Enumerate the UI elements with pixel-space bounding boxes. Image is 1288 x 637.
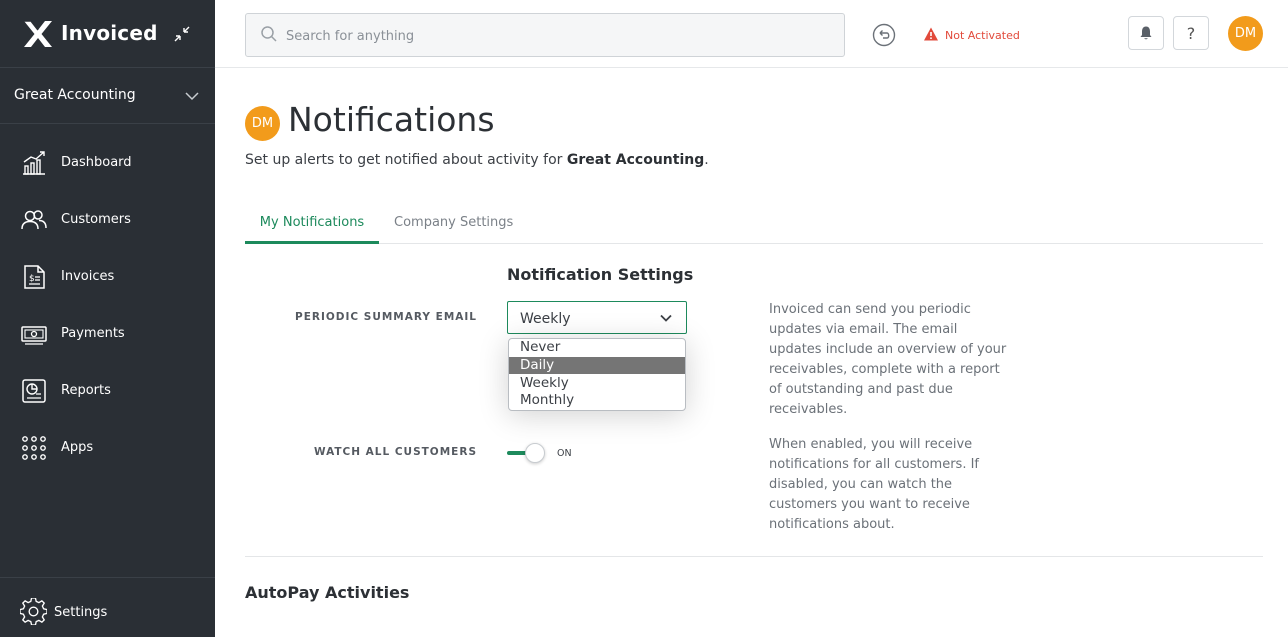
page-subtitle: Set up alerts to get notified about acti… bbox=[245, 152, 709, 168]
user-avatar[interactable]: DM bbox=[1228, 16, 1263, 51]
option-daily[interactable]: Daily bbox=[509, 357, 685, 374]
toggle-knob[interactable] bbox=[525, 443, 545, 463]
reports-icon bbox=[22, 379, 46, 403]
undo-icon[interactable] bbox=[872, 23, 896, 47]
subtitle-suffix: . bbox=[704, 152, 709, 168]
sidebar-item-label: Dashboard bbox=[61, 155, 132, 170]
sidebar-item-label: Settings bbox=[54, 605, 108, 620]
invoiced-logo-icon[interactable] bbox=[22, 18, 54, 50]
top-bar: Not Activated ? DM bbox=[215, 0, 1288, 68]
option-weekly[interactable]: Weekly bbox=[509, 375, 685, 392]
tab-my-notifications[interactable]: My Notifications bbox=[245, 215, 379, 244]
sidebar: Invoiced Great Accounting Dashboard Cust… bbox=[0, 0, 215, 637]
autopay-section-title: AutoPay Activities bbox=[245, 583, 410, 602]
sidebar-item-dashboard[interactable]: Dashboard bbox=[0, 139, 215, 185]
payments-icon bbox=[21, 326, 47, 345]
question-mark-icon: ? bbox=[1186, 24, 1196, 43]
svg-text:$: $ bbox=[29, 274, 35, 284]
notifications-button[interactable] bbox=[1128, 16, 1164, 50]
section-divider bbox=[245, 556, 1263, 557]
periodic-summary-select[interactable]: Weekly bbox=[507, 301, 687, 334]
subtitle-company: Great Accounting bbox=[566, 152, 705, 168]
periodic-summary-label: PERIODIC SUMMARY EMAIL bbox=[295, 311, 477, 323]
chevron-down-icon bbox=[185, 92, 199, 101]
sidebar-item-label: Apps bbox=[61, 440, 94, 455]
subtitle-prefix: Set up alerts to get notified about acti… bbox=[245, 152, 567, 168]
sidebar-item-label: Customers bbox=[61, 212, 131, 227]
tab-company-settings[interactable]: Company Settings bbox=[394, 215, 513, 241]
brand-header: Invoiced bbox=[0, 0, 215, 68]
apps-icon bbox=[22, 436, 46, 460]
dashboard-icon bbox=[23, 151, 45, 175]
activation-status[interactable]: Not Activated bbox=[945, 29, 1020, 42]
sidebar-item-label: Payments bbox=[61, 326, 125, 341]
sidebar-item-label: Reports bbox=[61, 383, 111, 398]
bell-icon bbox=[1140, 26, 1152, 40]
brand-name[interactable]: Invoiced bbox=[61, 21, 158, 45]
search-icon bbox=[261, 26, 277, 42]
warning-icon bbox=[924, 27, 938, 41]
option-never[interactable]: Never bbox=[509, 339, 685, 356]
tab-bar: My Notifications Company Settings bbox=[245, 206, 1263, 244]
help-button[interactable]: ? bbox=[1173, 16, 1209, 50]
sidebar-item-customers[interactable]: Customers bbox=[0, 196, 215, 242]
section-title: Notification Settings bbox=[507, 265, 694, 284]
watch-customers-label: WATCH ALL CUSTOMERS bbox=[313, 446, 477, 458]
sidebar-item-invoices[interactable]: $ Invoices bbox=[0, 253, 215, 299]
customers-icon bbox=[21, 210, 47, 230]
company-switcher[interactable]: Great Accounting bbox=[0, 68, 215, 124]
option-monthly[interactable]: Monthly bbox=[509, 392, 685, 409]
company-name: Great Accounting bbox=[14, 87, 136, 103]
page-avatar: DM bbox=[245, 106, 280, 141]
watch-customers-toggle[interactable] bbox=[507, 442, 547, 464]
select-value: Weekly bbox=[520, 311, 571, 327]
sidebar-item-settings[interactable]: Settings bbox=[0, 577, 215, 637]
sidebar-item-reports[interactable]: Reports bbox=[0, 367, 215, 413]
page-title: Notifications bbox=[288, 100, 495, 139]
collapse-sidebar-icon[interactable] bbox=[172, 24, 192, 44]
periodic-summary-dropdown: Never Daily Weekly Monthly bbox=[508, 338, 686, 411]
toggle-state: ON bbox=[557, 448, 572, 459]
sidebar-item-apps[interactable]: Apps bbox=[0, 424, 215, 470]
periodic-summary-help: Invoiced can send you periodic updates v… bbox=[769, 302, 1007, 417]
watch-customers-help: When enabled, you will receive notificat… bbox=[769, 437, 980, 532]
gear-icon bbox=[20, 598, 47, 625]
search-box[interactable] bbox=[245, 13, 845, 57]
chevron-down-icon bbox=[660, 314, 672, 322]
search-input[interactable] bbox=[286, 24, 826, 48]
sidebar-item-payments[interactable]: Payments bbox=[0, 310, 215, 356]
sidebar-item-label: Invoices bbox=[61, 269, 115, 284]
invoices-icon: $ bbox=[24, 265, 45, 289]
